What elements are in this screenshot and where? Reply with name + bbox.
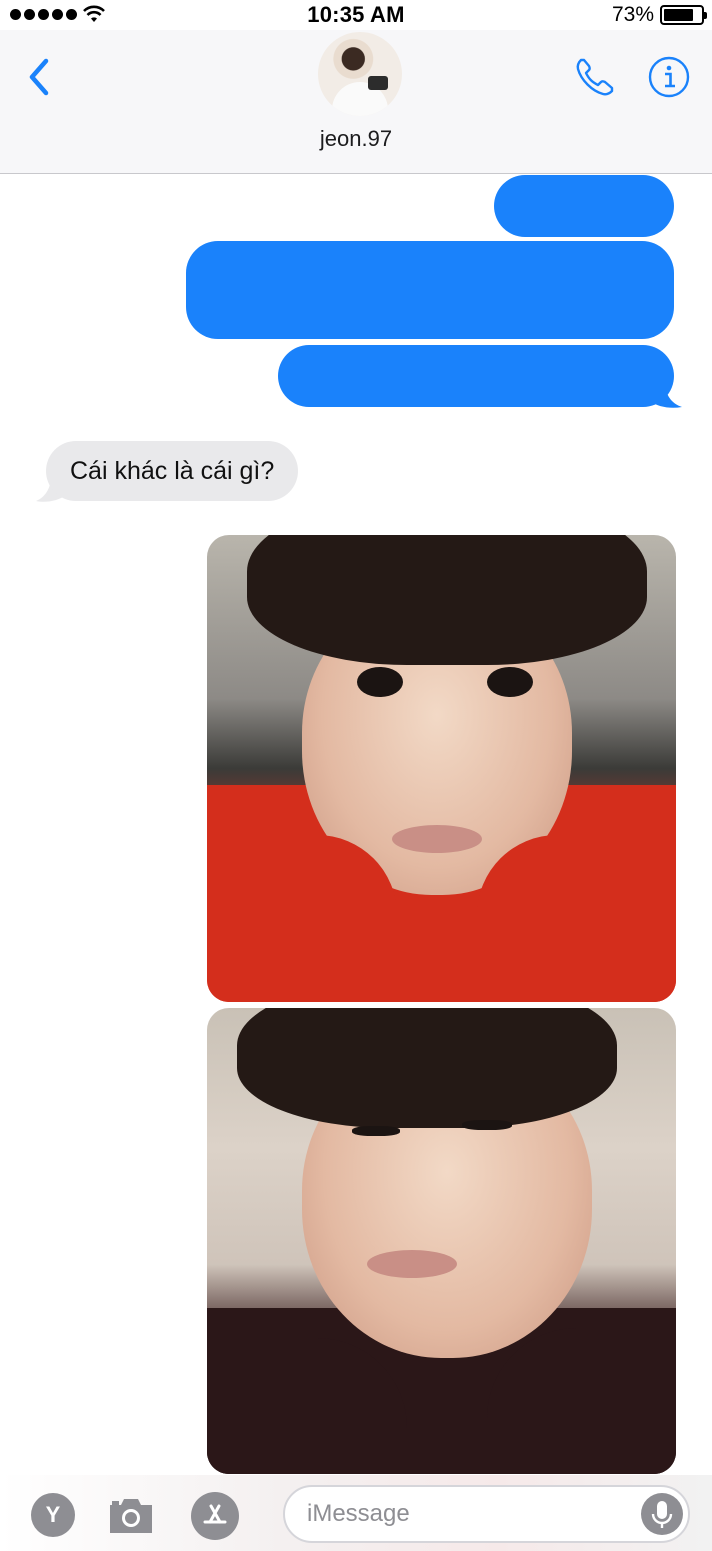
camera-icon[interactable] [106,1495,156,1535]
outgoing-message-redacted[interactable] [278,345,674,407]
mic-icon [651,1501,673,1528]
battery-icon [660,5,707,25]
contact-avatar[interactable] [318,32,402,116]
battery-percent: 73% [611,3,654,26]
incoming-message-text: Cái khác là cái gì? [70,456,275,485]
chevron-left-icon[interactable] [22,52,58,102]
message-thread: Cái khác là cái gì? [0,175,712,1475]
contact-name[interactable]: jeon.97 [0,126,712,152]
conversation-header: jeon.97 [0,30,712,174]
outgoing-message-redacted[interactable] [494,175,674,237]
outgoing-message-redacted[interactable] [186,241,674,339]
app-shortcut-button[interactable]: Y [31,1493,75,1537]
message-input-field[interactable] [283,1485,690,1543]
sent-photo[interactable] [207,1008,676,1474]
message-input[interactable] [307,1495,637,1533]
status-time: 10:35 AM [307,2,405,27]
appstore-icon [203,1504,227,1524]
mic-button[interactable] [641,1493,683,1535]
app-shortcut-label: Y [45,1502,61,1527]
appstore-button[interactable] [191,1492,239,1540]
info-icon[interactable] [648,56,690,98]
status-bar: 10:35 AM 73% [0,0,712,30]
incoming-message[interactable]: Cái khác là cái gì? [46,441,299,501]
phone-icon[interactable] [572,54,618,100]
sent-photo[interactable] [207,535,676,1002]
outgoing-bubble-tail [650,375,682,408]
compose-bar: Y [0,1475,712,1551]
